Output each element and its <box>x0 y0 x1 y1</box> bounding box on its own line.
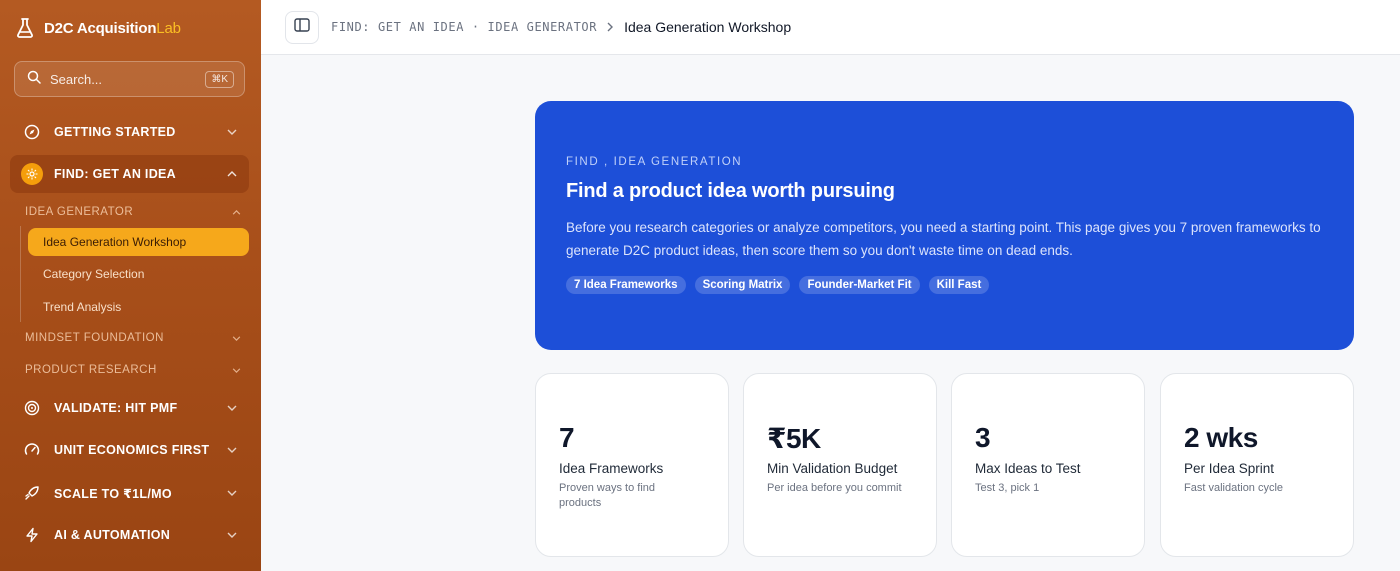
subgroup-label: PRODUCT RESEARCH <box>25 364 157 376</box>
hero-banner: FIND , IDEA GENERATION Find a product id… <box>535 101 1354 350</box>
flask-icon <box>16 18 34 38</box>
rocket-icon <box>24 485 40 501</box>
breadcrumb-current: Idea Generation Workshop <box>624 19 792 35</box>
sidebar: D2C AcquisitionLab Search... ⌘K GETTING … <box>0 0 261 571</box>
page-title: Find a product idea worth pursuing <box>566 180 895 202</box>
brand-name: D2C AcquisitionLab <box>44 19 181 37</box>
nav-label: UNIT ECONOMICS FIRST <box>54 443 210 457</box>
subgroup-label: IDEA GENERATOR <box>25 206 134 218</box>
tag-list: 7 Idea Frameworks Scoring Matrix Founder… <box>566 276 990 294</box>
brand[interactable]: D2C AcquisitionLab <box>16 17 181 39</box>
nav-find[interactable]: FIND: GET AN IDEA <box>10 155 249 193</box>
chevron-down-icon <box>227 127 237 137</box>
stat-value: ₹5K <box>767 423 821 454</box>
tag: 7 Idea Frameworks <box>566 276 686 294</box>
chevron-down-icon <box>227 445 237 455</box>
hero-description: Before you research categories or analyz… <box>566 220 1321 258</box>
stat-subtext: Fast validation cycle <box>1184 482 1284 494</box>
hero-eyebrow: FIND , IDEA GENERATION <box>566 156 743 168</box>
stat-label: Idea Frameworks <box>559 461 664 476</box>
tag: Kill Fast <box>928 276 990 294</box>
subgroup-label: MINDSET FOUNDATION <box>25 332 164 344</box>
sidebar-item-category-selection[interactable]: Category Selection <box>28 260 249 288</box>
search-box[interactable]: Search... ⌘K <box>14 61 245 97</box>
stat-label: Per Idea Sprint <box>1184 461 1275 476</box>
subgroup-idea-generator[interactable]: IDEA GENERATOR <box>25 202 241 222</box>
tag: Founder-Market Fit <box>799 276 920 294</box>
chevron-down-icon <box>231 333 241 343</box>
chevron-up-icon <box>231 207 241 217</box>
lightning-icon <box>24 527 40 543</box>
nav-validate[interactable]: VALIDATE: HIT PMF <box>10 389 249 427</box>
compass-icon <box>24 124 40 140</box>
sidebar-item-trend-analysis[interactable]: Trend Analysis <box>28 293 249 321</box>
nav-ai-automation[interactable]: AI & AUTOMATION <box>10 516 249 554</box>
stat-label: Max Ideas to Test <box>975 461 1081 476</box>
breadcrumb: FIND: GET AN IDEA · IDEA GENERATOR Idea … <box>331 19 791 35</box>
stat-card: ₹5K Min Validation Budget Per idea befor… <box>743 373 937 557</box>
toggle-sidebar-button[interactable] <box>285 11 319 44</box>
nav-label: FIND: GET AN IDEA <box>54 167 176 181</box>
stat-subtext: Test 3, pick 1 <box>975 482 1040 494</box>
chevron-up-icon <box>227 169 237 179</box>
nav-unit-economics[interactable]: UNIT ECONOMICS FIRST <box>10 431 249 469</box>
sidebar-item-idea-generation-workshop[interactable]: Idea Generation Workshop <box>28 228 249 256</box>
sidebar-panel-icon <box>294 18 310 37</box>
nav-scale[interactable]: SCALE TO ₹1L/MO <box>10 474 249 512</box>
gauge-icon <box>24 442 40 458</box>
stat-card: 2 wks Per Idea Sprint Fast validation cy… <box>1160 373 1354 557</box>
nav-label: SCALE TO ₹1L/MO <box>54 486 172 501</box>
nav-getting-started[interactable]: GETTING STARTED <box>10 113 249 151</box>
stat-card: 3 Max Ideas to Test Test 3, pick 1 <box>951 373 1145 557</box>
stat-value: 7 <box>559 422 575 453</box>
tag: Scoring Matrix <box>694 276 791 294</box>
lightbulb-icon <box>21 163 43 185</box>
stat-value: 2 wks <box>1184 422 1258 453</box>
search-placeholder: Search... <box>50 71 103 87</box>
stat-subtext: Proven ways to find products <box>559 482 655 509</box>
nav-label: VALIDATE: HIT PMF <box>54 401 178 415</box>
search-icon <box>27 70 41 89</box>
target-icon <box>24 400 40 416</box>
stat-label: Min Validation Budget <box>767 461 898 476</box>
chevron-down-icon <box>231 365 241 375</box>
top-bar: FIND: GET AN IDEA · IDEA GENERATOR Idea … <box>261 0 1400 55</box>
chevron-down-icon <box>227 488 237 498</box>
subgroup-product-research[interactable]: PRODUCT RESEARCH <box>25 360 241 380</box>
chevron-down-icon <box>227 403 237 413</box>
stat-value: 3 <box>975 422 991 453</box>
nav-label: AI & AUTOMATION <box>54 528 171 542</box>
chevron-down-icon <box>227 530 237 540</box>
search-shortcut: ⌘K <box>205 70 234 88</box>
stat-subtext: Per idea before you commit <box>767 482 902 494</box>
stat-card: 7 Idea Frameworks Proven ways to find pr… <box>535 373 729 557</box>
breadcrumb-section[interactable]: FIND: GET AN IDEA · IDEA GENERATOR <box>331 20 597 34</box>
subgroup-mindset-foundation[interactable]: MINDSET FOUNDATION <box>25 328 241 348</box>
tree-line <box>20 226 21 322</box>
chevron-right-icon <box>607 20 614 35</box>
nav-label: GETTING STARTED <box>54 125 176 139</box>
